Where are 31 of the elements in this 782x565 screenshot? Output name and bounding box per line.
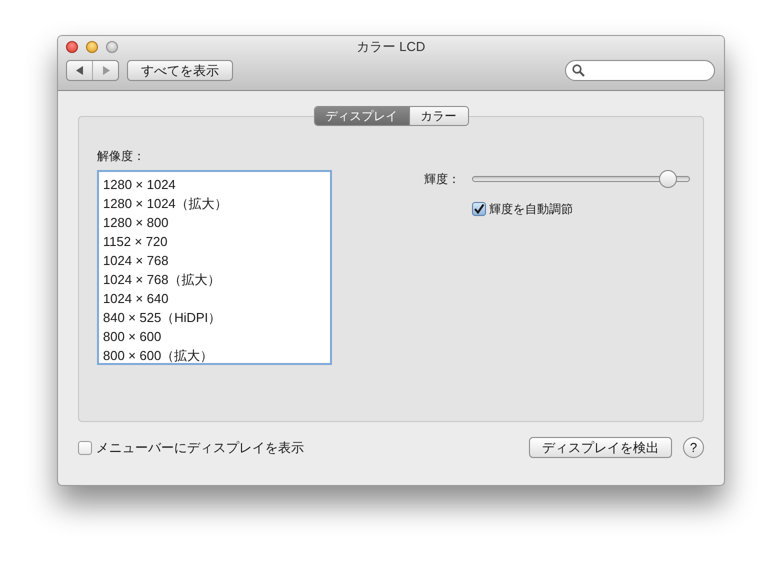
window-title: カラー LCD bbox=[356, 38, 426, 56]
checkbox[interactable] bbox=[472, 202, 486, 216]
tab[interactable]: カラー bbox=[408, 107, 468, 125]
resolution-item[interactable]: 1280 × 1024（拡大） bbox=[99, 194, 330, 213]
resolution-item[interactable]: 1280 × 1024 bbox=[99, 175, 330, 194]
resolution-item[interactable]: 840 × 525（HiDPI） bbox=[99, 308, 330, 327]
auto-brightness-label: 輝度を自動調節 bbox=[489, 201, 573, 218]
search-field[interactable] bbox=[565, 60, 715, 81]
zoom-button[interactable] bbox=[106, 41, 118, 53]
brightness-slider[interactable] bbox=[472, 170, 690, 188]
close-button[interactable] bbox=[66, 41, 78, 53]
checkbox[interactable] bbox=[78, 440, 92, 454]
forward-arrow-icon bbox=[102, 66, 110, 75]
minimize-button[interactable] bbox=[86, 41, 98, 53]
resolution-item[interactable]: 1024 × 768 bbox=[99, 251, 330, 270]
help-button[interactable]: ? bbox=[683, 437, 704, 458]
detect-displays-button[interactable]: ディスプレイを検出 bbox=[529, 437, 672, 458]
resolution-item[interactable]: 1024 × 640 bbox=[99, 289, 330, 308]
resolution-label: 解像度： bbox=[97, 148, 146, 165]
resolution-item[interactable]: 1024 × 768（拡大） bbox=[99, 270, 330, 289]
resolution-item[interactable]: 1280 × 800 bbox=[99, 213, 330, 232]
slider-thumb[interactable] bbox=[659, 170, 678, 188]
resolution-item[interactable]: 1152 × 720 bbox=[99, 232, 330, 251]
resolution-item[interactable]: 800 × 600（拡大） bbox=[99, 346, 330, 365]
brightness-label: 輝度： bbox=[424, 171, 461, 188]
search-icon bbox=[572, 64, 585, 77]
menubar-checkbox-label: メニューバーにディスプレイを表示 bbox=[96, 438, 304, 457]
back-arrow-icon bbox=[76, 66, 84, 75]
show-all-button[interactable]: すべてを表示 bbox=[127, 60, 233, 81]
resolution-item[interactable]: 800 × 600 bbox=[99, 327, 330, 346]
tab[interactable]: ディスプレイ bbox=[314, 107, 408, 125]
